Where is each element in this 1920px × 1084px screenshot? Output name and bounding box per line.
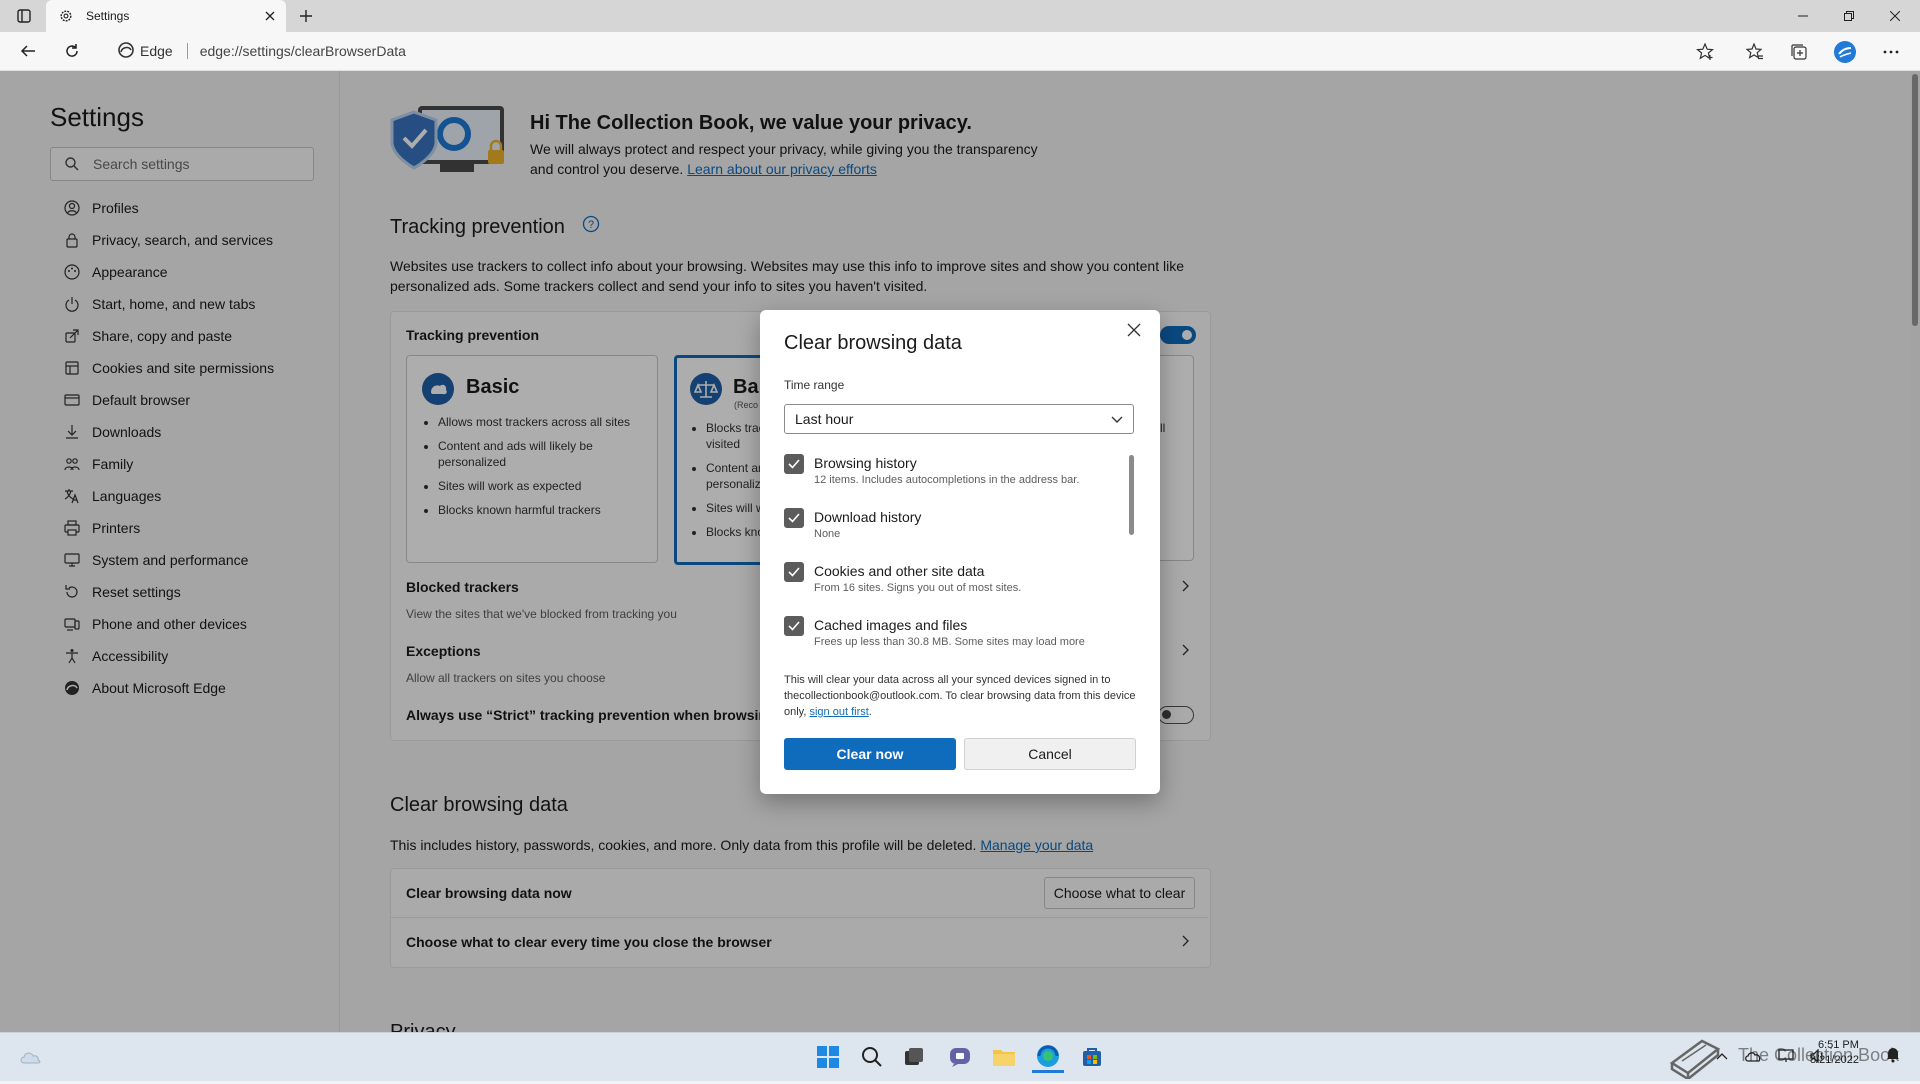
profile-avatar[interactable] [1832,39,1858,65]
time-range-label: Time range [784,378,845,392]
minimize-button[interactable] [1780,0,1826,32]
start-icon[interactable] [812,1041,844,1073]
time-range-value: Last hour [795,411,854,427]
tab-bar: Settings [0,0,1920,32]
store-icon[interactable] [1076,1041,1108,1073]
site-label: Edge [140,43,173,59]
back-button[interactable] [12,37,44,65]
divider [186,43,188,59]
clock-date: 8/21/2022 [1810,1054,1859,1066]
notification-icon[interactable] [1884,1045,1904,1065]
clear-browsing-data-dialog: Clear browsing data Time range Last hour… [760,310,1160,794]
new-tab-button[interactable] [294,4,318,28]
cached-images-checkbox[interactable] [784,616,804,636]
close-window-button[interactable] [1872,0,1918,32]
tab-settings[interactable]: Settings [46,0,286,32]
edge-taskbar-icon[interactable] [1032,1041,1064,1073]
task-view-icon[interactable] [898,1041,930,1073]
cookies-checkbox[interactable] [784,562,804,582]
gear-icon [58,8,74,24]
url-text[interactable]: edge://settings/clearBrowserData [200,43,406,59]
dialog-title: Clear browsing data [784,332,962,354]
clock[interactable]: 6:51 PM 8/21/2022 [1810,1038,1859,1068]
site-info[interactable]: Edge [118,41,173,61]
clear-now-button[interactable]: Clear now [784,738,956,770]
taskbar: The Collection Book 6:51 PM 8/21/2022 [0,1032,1920,1082]
restore-button[interactable] [1826,0,1872,32]
browsing-history-checkbox[interactable] [784,454,804,474]
refresh-button[interactable] [56,37,88,65]
favorites-icon[interactable] [1742,39,1768,65]
time-range-select[interactable]: Last hour [784,404,1134,434]
add-favorite-icon[interactable] [1692,39,1718,65]
dialog-scrollbar[interactable] [1129,455,1134,535]
download-history-checkbox[interactable] [784,508,804,528]
clock-time: 6:51 PM [1817,1039,1859,1051]
edge-icon [118,41,134,61]
tab-actions-icon[interactable] [12,6,36,26]
file-explorer-icon[interactable] [988,1041,1020,1073]
search-icon[interactable] [856,1041,888,1073]
sign-out-link[interactable]: sign out first [809,706,868,718]
address-bar[interactable]: Edge edge://settings/clearBrowserData [104,36,1704,66]
chevron-down-icon [1111,411,1123,427]
book-logo [1668,1033,1722,1082]
cancel-button[interactable]: Cancel [964,738,1136,770]
sync-note: This will clear your data across all you… [784,674,1136,718]
close-tab-icon[interactable] [260,6,280,26]
chevron-up-icon[interactable] [1716,1049,1728,1068]
more-menu-icon[interactable] [1878,39,1904,65]
collections-icon[interactable] [1786,39,1812,65]
address-bar-row: Edge edge://settings/clearBrowserData [0,32,1920,71]
weather-icon[interactable] [14,1041,46,1073]
teams-chat-icon[interactable] [944,1041,976,1073]
tab-title: Settings [86,9,130,23]
close-icon[interactable] [1122,318,1146,342]
